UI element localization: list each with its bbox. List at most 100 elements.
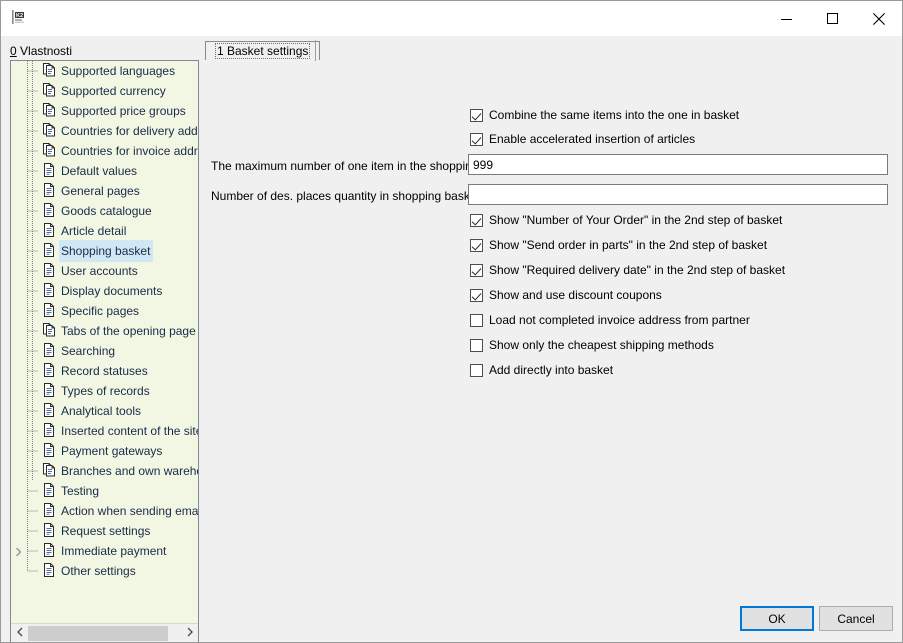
- title-bar: K2: [1, 1, 902, 36]
- cancel-button[interactable]: Cancel: [819, 606, 893, 631]
- close-button[interactable]: [856, 1, 902, 36]
- tree-item[interactable]: Searching: [11, 341, 198, 361]
- tree-item-label: Countries for delivery addresses: [61, 124, 198, 138]
- double-document-icon: [41, 122, 57, 141]
- checkbox-send-order-in-parts-box[interactable]: [470, 239, 483, 252]
- tree-connector: [27, 281, 40, 301]
- tree-item[interactable]: User accounts: [11, 261, 198, 281]
- tree-item-label: Types of records: [61, 384, 150, 398]
- dialog-footer: OK Cancel: [1, 597, 902, 642]
- tree-item-label: Branches and own warehouses: [61, 464, 198, 478]
- maximize-button[interactable]: [810, 1, 856, 36]
- checkbox-accelerated-insertion-box[interactable]: [470, 133, 483, 146]
- properties-tree[interactable]: Supported languages Supported currency Sup…: [11, 61, 198, 623]
- checkbox-discount-coupons[interactable]: Show and use discount coupons: [470, 288, 662, 302]
- tab-basket-settings[interactable]: 1 Basket settings: [205, 41, 321, 60]
- document-icon: [41, 502, 57, 521]
- window-controls: [764, 1, 902, 36]
- checkbox-show-order-number[interactable]: Show "Number of Your Order" in the 2nd s…: [470, 213, 782, 227]
- tree-item[interactable]: Branches and own warehouses: [11, 461, 198, 481]
- tree-item[interactable]: Types of records: [11, 381, 198, 401]
- tree-connector: [27, 261, 40, 281]
- tree-item-label: Testing: [61, 484, 100, 498]
- document-icon: [41, 282, 57, 301]
- document-icon: [41, 262, 57, 281]
- chevron-right-icon[interactable]: [14, 546, 24, 557]
- tree-item[interactable]: Supported languages: [11, 61, 198, 81]
- tree-item-label: Action when sending email: [61, 504, 198, 518]
- tree-item[interactable]: General pages: [11, 181, 198, 201]
- tree-item[interactable]: Tabs of the opening page: [11, 321, 198, 341]
- tree-connector: [27, 541, 40, 561]
- checkbox-required-delivery-date-box[interactable]: [470, 264, 483, 277]
- checkbox-show-order-number-box[interactable]: [470, 214, 483, 227]
- checkbox-add-directly-box[interactable]: [470, 364, 483, 377]
- properties-tree-panel[interactable]: Supported languages Supported currency Sup…: [10, 60, 199, 642]
- document-icon: [41, 202, 57, 221]
- tree-item-label: Goods catalogue: [61, 204, 152, 218]
- tree-connector: [27, 241, 40, 261]
- checkbox-add-directly[interactable]: Add directly into basket: [470, 363, 613, 377]
- ok-button[interactable]: OK: [740, 606, 814, 631]
- tree-connector: [27, 441, 40, 461]
- checkbox-cheapest-shipping-box[interactable]: [470, 339, 483, 352]
- tree-item[interactable]: Countries for invoice addresses: [11, 141, 198, 161]
- checkbox-add-directly-label: Add directly into basket: [489, 363, 614, 377]
- tree-connector: [27, 421, 40, 441]
- field-decimal-places-input[interactable]: [468, 184, 888, 205]
- tree-item-label: Default values: [61, 164, 138, 178]
- tree-connector: [27, 341, 40, 361]
- tree-item[interactable]: Immediate payment: [11, 541, 198, 561]
- checkbox-discount-coupons-box[interactable]: [470, 289, 483, 302]
- tree-item[interactable]: Supported currency: [11, 81, 198, 101]
- checkbox-load-invoice-address[interactable]: Load not completed invoice address from …: [470, 313, 750, 327]
- tree-item[interactable]: Payment gateways: [11, 441, 198, 461]
- tree-item-label: Request settings: [61, 524, 151, 538]
- tree-item[interactable]: Goods catalogue: [11, 201, 198, 221]
- tree-connector: [27, 61, 40, 81]
- tree-item[interactable]: Record statuses: [11, 361, 198, 381]
- field-decimal-places-label: Number of des. places quantity in shoppi…: [211, 189, 480, 203]
- checkbox-load-invoice-address-box[interactable]: [470, 314, 483, 327]
- double-document-icon: [41, 102, 57, 121]
- tree-item[interactable]: Analytical tools: [11, 401, 198, 421]
- tree-item[interactable]: Supported price groups: [11, 101, 198, 121]
- tab-strip: 1 Basket settings: [205, 38, 902, 61]
- tree-item[interactable]: Countries for delivery addresses: [11, 121, 198, 141]
- tree-item-label: Shopping basket: [59, 240, 154, 262]
- tree-connector: [27, 381, 40, 401]
- checkbox-send-order-in-parts-label: Show "Send order in parts" in the 2nd st…: [489, 238, 768, 252]
- field-max-item-quantity-input[interactable]: [468, 154, 888, 175]
- document-icon: [41, 222, 57, 241]
- tree-item[interactable]: Other settings: [11, 561, 198, 581]
- tree-item[interactable]: Request settings: [11, 521, 198, 541]
- tree-item-label: User accounts: [61, 264, 138, 278]
- tree-item-label: Searching: [61, 344, 116, 358]
- tree-item[interactable]: Specific pages: [11, 301, 198, 321]
- document-icon: [41, 542, 57, 561]
- minimize-button[interactable]: [764, 1, 810, 36]
- tree-connector: [27, 101, 40, 121]
- tree-item-label: Analytical tools: [61, 404, 142, 418]
- checkbox-cheapest-shipping[interactable]: Show only the cheapest shipping methods: [470, 338, 714, 352]
- checkbox-combine-items-box[interactable]: [470, 109, 483, 122]
- tree-item[interactable]: Testing: [11, 481, 198, 501]
- checkbox-required-delivery-date[interactable]: Show "Required delivery date" in the 2nd…: [470, 263, 785, 277]
- tree-connector: [27, 361, 40, 381]
- document-icon: [41, 302, 57, 321]
- checkbox-show-order-number-label: Show "Number of Your Order" in the 2nd s…: [489, 213, 783, 227]
- tree-item[interactable]: Inserted content of the sites: [11, 421, 198, 441]
- tree-item[interactable]: Display documents: [11, 281, 198, 301]
- properties-label-text: Vlastnosti: [16, 44, 73, 58]
- tree-item[interactable]: Default values: [11, 161, 198, 181]
- tree-item[interactable]: Shopping basket: [11, 240, 198, 262]
- tree-item[interactable]: Article detail: [11, 221, 198, 241]
- checkbox-combine-items[interactable]: Combine the same items into the one in b…: [470, 108, 739, 122]
- close-icon: [873, 12, 885, 25]
- checkbox-accelerated-insertion[interactable]: Enable accelerated insertion of articles: [470, 132, 695, 146]
- properties-label: 0 Vlastnosti: [10, 44, 72, 58]
- checkbox-cheapest-shipping-label: Show only the cheapest shipping methods: [489, 338, 714, 352]
- checkbox-send-order-in-parts[interactable]: Show "Send order in parts" in the 2nd st…: [470, 238, 767, 252]
- field-max-item-quantity-label: The maximum number of one item in the sh…: [211, 159, 489, 173]
- tree-item[interactable]: Action when sending email: [11, 501, 198, 521]
